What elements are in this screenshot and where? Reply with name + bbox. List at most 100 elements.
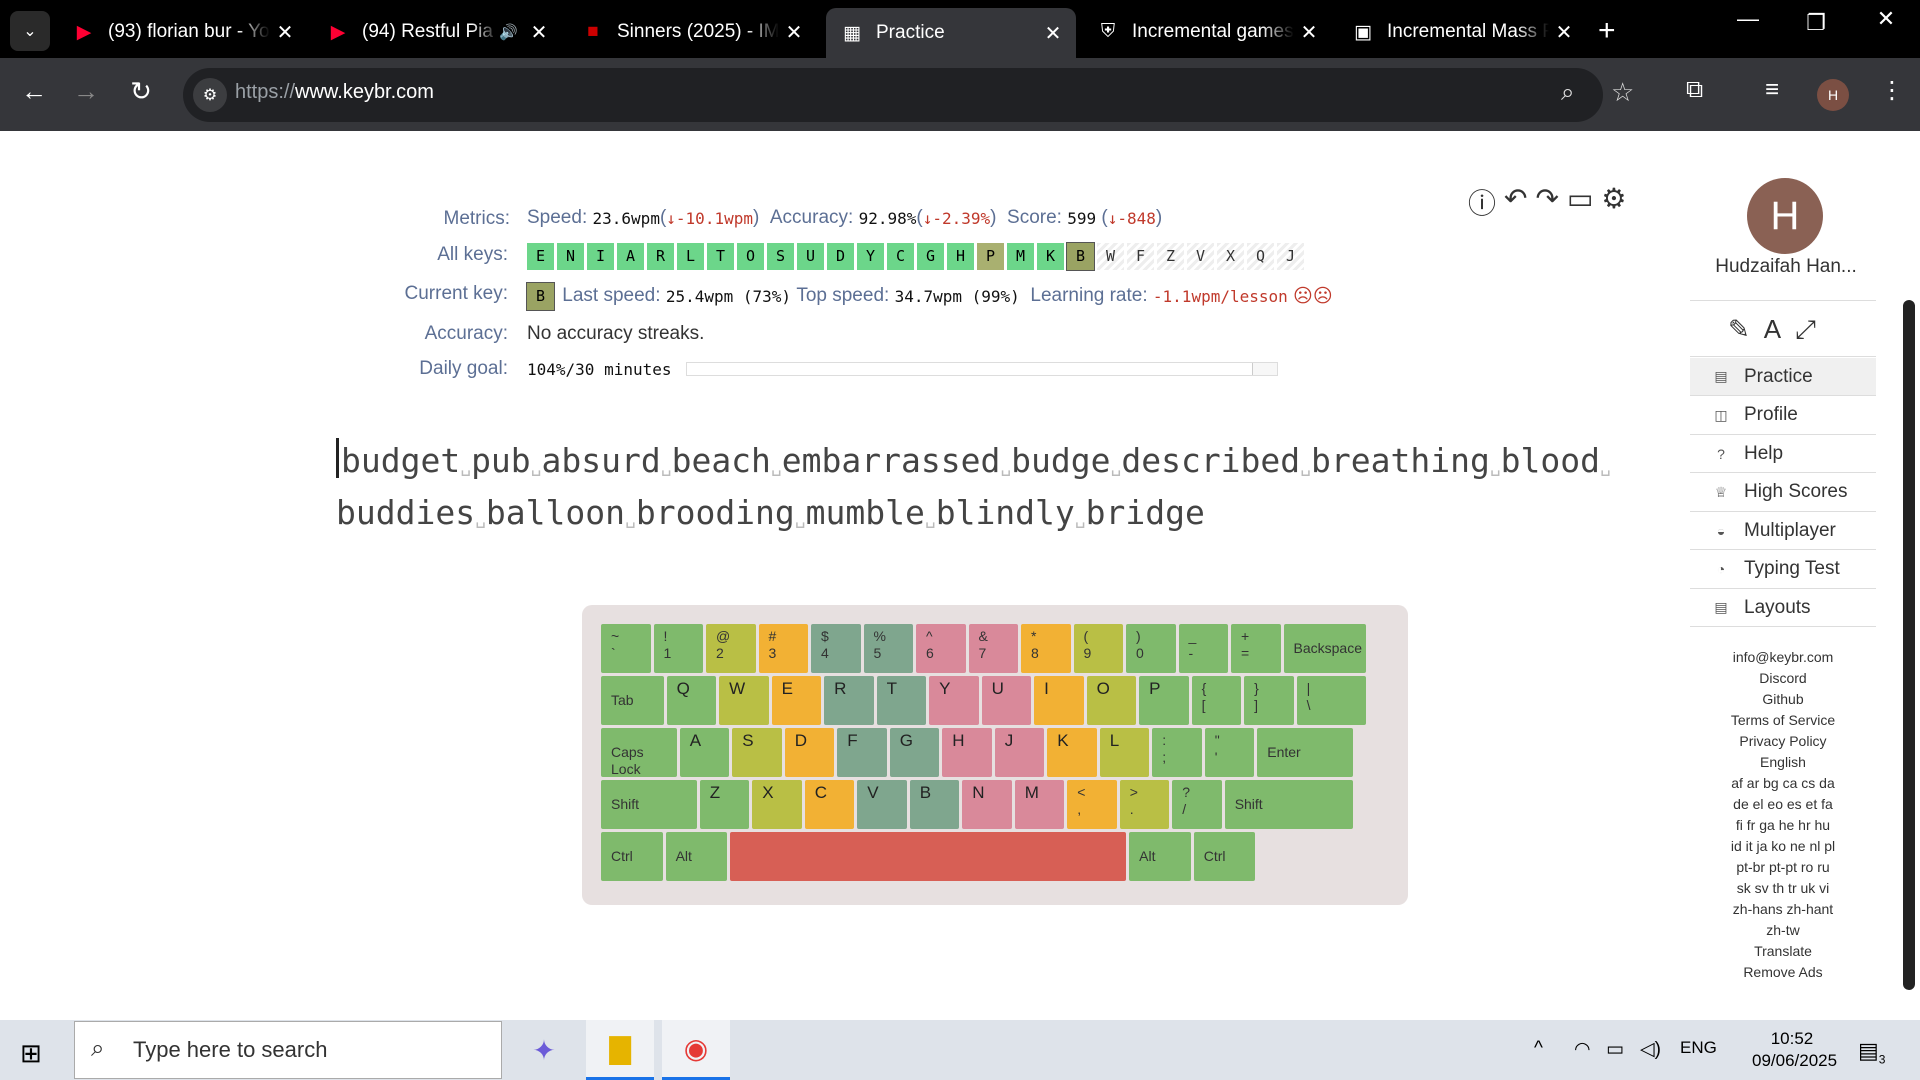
footer-link[interactable]: de el eo es et fa: [1690, 794, 1876, 815]
key-label: R: [834, 679, 847, 698]
key-label: !: [663, 628, 668, 644]
fullscreen-icon[interactable]: ▭: [1567, 182, 1593, 222]
close-tab-icon[interactable]: ✕: [1038, 21, 1068, 46]
font-size-icon[interactable]: A: [1764, 314, 1781, 346]
clock[interactable]: 10:52 09/06/2025: [1752, 1028, 1837, 1072]
url-text[interactable]: https://www.keybr.com: [235, 81, 434, 104]
footer-link[interactable]: id it ja ko ne nl pl: [1690, 836, 1876, 857]
undo-icon[interactable]: ↶: [1504, 182, 1527, 222]
key-label: Ctrl: [611, 848, 633, 864]
user-avatar[interactable]: H: [1747, 178, 1823, 254]
key--: _ -: [1178, 624, 1228, 673]
tab-search-button[interactable]: ⌄: [10, 11, 50, 51]
key-label: *: [1031, 628, 1037, 644]
key-n: N: [962, 780, 1012, 829]
key-label: Z: [709, 783, 721, 802]
audio-playing-icon[interactable]: 🔊: [499, 23, 518, 41]
new-tab-button[interactable]: +: [1598, 14, 1616, 48]
copilot-icon[interactable]: ✦: [510, 1020, 578, 1080]
close-tab-icon[interactable]: ✕: [1549, 20, 1579, 45]
nav-typing-test[interactable]: ◔ Typing Test: [1690, 551, 1876, 588]
magic-wand-icon[interactable]: ✎: [1728, 314, 1750, 346]
profile-avatar[interactable]: H: [1817, 79, 1849, 111]
footer-link[interactable]: sk sv th tr uk vi: [1690, 878, 1876, 899]
close-window-button[interactable]: ✕: [1856, 6, 1916, 32]
nav-practice[interactable]: ▤ Practice: [1690, 358, 1876, 395]
key-label: Caps Lock: [611, 744, 644, 777]
tab-5[interactable]: ⛨ Incremental games ✕: [1082, 8, 1332, 56]
youtube-icon: ▶: [330, 21, 346, 43]
nav-help[interactable]: ? Help: [1690, 435, 1876, 472]
help-icon[interactable]: ⓘ: [1468, 182, 1496, 222]
close-tab-icon[interactable]: ✕: [779, 20, 809, 45]
settings-icon[interactable]: ⚙: [1601, 182, 1626, 222]
minimize-button[interactable]: —: [1718, 6, 1778, 32]
chrome-icon[interactable]: ◉: [662, 1020, 730, 1080]
nav-profile[interactable]: ◫ Profile: [1690, 397, 1876, 434]
zoom-icon[interactable]: ⌕: [1561, 79, 1574, 107]
footer-link[interactable]: Terms of Service: [1690, 710, 1876, 731]
nav-label: Multiplayer: [1744, 519, 1836, 541]
restore-button[interactable]: ❐: [1786, 10, 1846, 36]
key-x: X: [752, 780, 802, 829]
footer-link[interactable]: zh-tw: [1690, 920, 1876, 941]
tab-6[interactable]: ▣ Incremental Mass Rewritten✕: [1337, 8, 1587, 56]
extensions-icon[interactable]: ⧉: [1686, 76, 1703, 104]
tab-2[interactable]: ▶ (94) Restful Pia 🔊 ✕: [312, 8, 562, 56]
back-button[interactable]: ←: [16, 76, 52, 107]
nav-layouts[interactable]: ▤ Layouts: [1690, 589, 1876, 626]
windows-start-icon[interactable]: ⊞: [20, 1038, 42, 1069]
footer-link[interactable]: pt-br pt-pt ro ru: [1690, 857, 1876, 878]
taskbar-search[interactable]: ⌕ Type here to search: [74, 1021, 502, 1079]
site-info-icon[interactable]: ⚙: [193, 78, 227, 112]
reload-button[interactable]: ↻: [123, 76, 159, 107]
key--: " ': [1204, 728, 1255, 777]
file-explorer-icon[interactable]: ▇: [586, 1020, 654, 1080]
bookmark-star-icon[interactable]: ☆: [1611, 77, 1634, 108]
key-label: Shift: [611, 796, 640, 812]
close-tab-icon[interactable]: ✕: [1294, 20, 1324, 45]
key-sublabel: ]: [1254, 697, 1259, 713]
lesson-word: bridge: [1085, 493, 1205, 532]
language-indicator[interactable]: ENG: [1680, 1038, 1717, 1058]
footer-link[interactable]: af ar bg ca cs da: [1690, 773, 1876, 794]
battery-icon[interactable]: ▭: [1606, 1038, 1624, 1061]
menu-icon[interactable]: ⋮: [1880, 76, 1904, 105]
key-label: Q: [676, 679, 690, 698]
tab-3[interactable]: ■ Sinners (2025) - IMDb✕: [567, 8, 817, 56]
key-label: Alt: [1139, 848, 1156, 864]
lesson-text[interactable]: budget␣pub␣absurd␣beach␣embarrassed␣budg…: [336, 438, 1626, 542]
footer-link[interactable]: Github: [1690, 689, 1876, 710]
footer-link[interactable]: Discord: [1690, 668, 1876, 689]
footer-link[interactable]: Translate: [1690, 941, 1876, 962]
key-label: M: [1024, 783, 1039, 802]
key-label: Ctrl: [1203, 848, 1226, 864]
close-tab-icon[interactable]: ✕: [524, 20, 554, 45]
volume-icon[interactable]: ◁): [1640, 1038, 1661, 1061]
nav-high-scores[interactable]: ♕ High Scores: [1690, 474, 1876, 511]
footer-link[interactable]: Privacy Policy: [1690, 731, 1876, 752]
footer-link[interactable]: Remove Ads: [1690, 962, 1876, 983]
notifications-icon[interactable]: ▤3: [1858, 1038, 1885, 1066]
user-name[interactable]: Hudzaifah Han...: [1706, 256, 1866, 278]
tab-1[interactable]: ▶ (93) florian bur - Yo ✕: [58, 8, 308, 56]
tray-expand-icon[interactable]: ^: [1534, 1038, 1543, 1060]
footer-link[interactable]: fi fr ga he hr hu: [1690, 815, 1876, 836]
tab-4[interactable]: ▦ Practice ✕: [826, 8, 1076, 58]
nav-multiplayer[interactable]: ◒ Multiplayer: [1690, 512, 1876, 549]
key-chip-b: B: [1066, 241, 1095, 271]
scrollbar-thumb[interactable]: [1903, 300, 1915, 990]
footer-link[interactable]: zh-hans zh-hant: [1690, 899, 1876, 920]
forward-button[interactable]: →: [68, 76, 104, 107]
expand-icon[interactable]: ⤢: [1795, 314, 1816, 346]
address-bar[interactable]: ⚙ https://www.keybr.com ⌕ ☆: [183, 68, 1634, 122]
footer-link[interactable]: info@keybr.com: [1690, 647, 1876, 668]
wifi-icon[interactable]: ◠: [1574, 1038, 1591, 1061]
footer-link[interactable]: English: [1690, 752, 1876, 773]
key--: % 5: [863, 624, 913, 673]
redo-icon[interactable]: ↷: [1535, 182, 1558, 222]
close-tab-icon[interactable]: ✕: [270, 20, 300, 45]
media-controls-icon[interactable]: ≡: [1765, 76, 1779, 104]
daily-goal-value: 104%/30 minutes: [527, 360, 672, 379]
key-sublabel: `: [611, 645, 616, 661]
